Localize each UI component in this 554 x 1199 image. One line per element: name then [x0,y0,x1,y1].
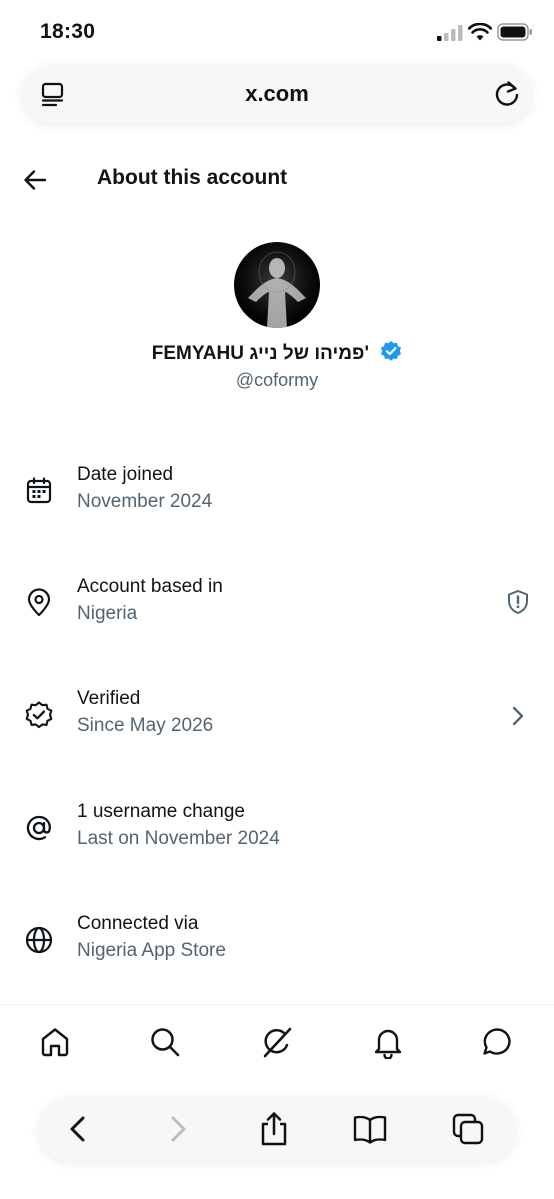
home-icon[interactable] [38,1025,72,1059]
globe-icon [25,926,53,954]
shield-alert-icon[interactable] [504,588,532,616]
info-row-connected-via: Connected via Nigeria App Store [0,913,554,983]
verified-seal-icon [25,701,53,729]
calendar-icon [26,477,52,504]
back-arrow-icon[interactable] [22,166,50,194]
row-subtitle: Nigeria [77,603,138,624]
back-icon[interactable] [60,1111,96,1147]
info-row-username-change: 1 username change Last on November 2024 [0,801,554,871]
row-title: 1 username change [77,801,245,822]
info-row-verified[interactable]: Verified Since May 2026 [0,688,554,758]
bookmarks-icon[interactable] [352,1111,388,1147]
forward-icon[interactable] [160,1111,196,1147]
page-title: About this account [97,166,288,189]
avatar-figure-image [248,251,306,328]
messages-icon[interactable] [480,1025,514,1059]
cellular-signal-icon [437,25,463,41]
account-handle: @coformy [235,370,319,390]
status-time: 18:30 [40,20,96,43]
location-pin-icon [27,588,51,617]
address-bar[interactable]: x.com [22,65,532,123]
row-title: Account based in [77,576,223,597]
grok-icon[interactable] [260,1025,294,1059]
verified-badge-icon [381,341,402,361]
status-bar: 18:30 [0,0,554,62]
row-title: Connected via [77,913,199,934]
display-name-row: FEMYAHU פמיהו של נייג' [0,340,554,365]
row-subtitle: Nigeria App Store [77,940,226,961]
reload-icon[interactable] [492,79,522,109]
avatar[interactable] [234,242,320,328]
row-title: Date joined [77,464,174,485]
wifi-icon [468,23,492,41]
safari-toolbar [38,1097,516,1161]
display-name: FEMYAHU פמיהו של נייג' [151,343,369,364]
row-title: Verified [77,688,141,709]
share-icon[interactable] [256,1111,292,1147]
tabs-overview-icon[interactable] [450,1111,486,1147]
info-row-account-based-in: Account based in Nigeria [0,576,554,646]
chevron-right-icon[interactable] [504,702,532,730]
row-subtitle: Since May 2026 [77,715,214,736]
at-sign-icon [26,815,51,841]
notifications-icon[interactable] [371,1025,405,1059]
info-row-date-joined: Date joined November 2024 [0,464,554,534]
url-text[interactable]: x.com [22,81,532,107]
bottom-nav-bar [0,1004,554,1078]
battery-icon [497,23,532,41]
search-icon[interactable] [148,1025,182,1059]
row-subtitle: Last on November 2024 [77,828,280,849]
row-subtitle: November 2024 [77,491,213,512]
